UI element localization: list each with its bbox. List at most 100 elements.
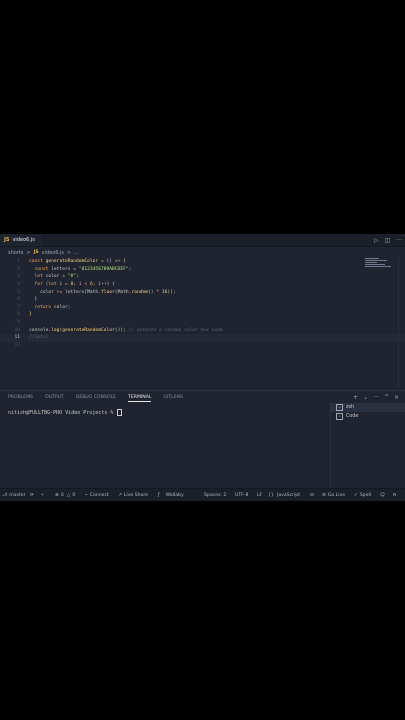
chevron-right-icon: > <box>67 249 72 256</box>
wallaby-label: Wallaby <box>165 492 184 498</box>
plug-icon: ⌁ <box>85 492 88 498</box>
spell-button[interactable]: ✓ Spell <box>354 489 371 501</box>
account-icon[interactable]: ☺ <box>380 489 385 501</box>
code-line[interactable]: 1 const generateRandomColor = () => { <box>0 258 405 266</box>
code-line[interactable]: 8} <box>0 311 405 319</box>
vscode-window: JS video6.js ▷ ◫ ··· shorts > JS video6.… <box>0 234 405 501</box>
code-text: color += letters[Math.floor(Math.random(… <box>29 289 176 295</box>
line-number: 5 <box>17 289 20 295</box>
maximize-icon[interactable]: ^ <box>384 394 389 401</box>
tab-terminal[interactable]: TERMINAL <box>128 395 152 402</box>
branch-indicator[interactable]: ⎇ master <box>2 489 26 501</box>
code-line[interactable]: 12 <box>0 342 405 350</box>
wallaby-icon: ƒ <box>158 492 160 498</box>
editor-scrollbar[interactable] <box>398 258 405 388</box>
code-text: const generateRandomColor = () => { <box>29 259 126 265</box>
close-icon[interactable]: × <box>394 394 399 401</box>
more-icon[interactable]: ··· <box>373 394 379 401</box>
warning-count: 0 <box>72 492 76 498</box>
tab-video6-js[interactable]: JS video6.js <box>0 234 41 246</box>
split-editor-icon[interactable]: ◫ <box>385 237 391 244</box>
javascript-file-icon: JS <box>4 237 10 243</box>
wallaby-button[interactable]: ƒ Wallaby <box>158 489 184 501</box>
terminal-cursor <box>117 409 123 416</box>
code-text: const letters = "0123456789ABCDEF"; <box>29 266 132 272</box>
code-line[interactable]: 7 return color; <box>0 304 405 312</box>
line-number: 4 <box>17 282 20 288</box>
liveshare-icon: ↗ <box>118 492 122 498</box>
code-text: //lets| <box>29 335 49 341</box>
terminal-icon: > <box>336 413 343 420</box>
editor-tab-bar: JS video6.js ▷ ◫ ··· <box>0 234 405 247</box>
line-number: 3 <box>17 274 20 280</box>
minimap[interactable] <box>365 258 399 268</box>
notification-icon[interactable]: ⊡ <box>310 489 314 501</box>
code-line[interactable]: 5 color += letters[Math.floor(Math.rando… <box>0 288 405 296</box>
tab-output[interactable]: OUTPUT <box>45 395 64 402</box>
line-number: 9 <box>17 320 20 326</box>
tab-debug-console[interactable]: DEBUG CONSOLE <box>76 395 116 402</box>
tab-label: video6.js <box>12 237 35 243</box>
panel-actions: + ⌄ ··· ^ × <box>353 394 399 401</box>
play-icon[interactable]: ▷ <box>374 237 379 244</box>
code-text: } <box>29 312 32 318</box>
screen: { "tab": {"icon_text": "JS", "filename":… <box>0 0 405 720</box>
terminal-label: Code <box>346 414 359 419</box>
line-number: 12 <box>14 342 20 348</box>
problems-indicator[interactable]: ⊗ 0 △ 0 <box>55 489 75 501</box>
code-text: console.log(generateRandomColor()); // o… <box>29 327 223 333</box>
tab-gitlens[interactable]: GITLENS <box>163 395 183 402</box>
error-icon: ⊗ <box>55 492 59 498</box>
code-line[interactable]: 11 //lets| <box>0 334 405 342</box>
line-number: 6 <box>17 297 20 303</box>
eol-button[interactable]: LF <box>257 489 262 501</box>
status-bar: ⎇ master ⟳ ⑂ ⊗ 0 △ 0 ⌁ Connect ↗ Live Share ƒW… <box>0 488 405 501</box>
breadcrumb-more[interactable]: ... <box>74 250 79 256</box>
chevron-down-icon[interactable]: ⌄ <box>363 394 368 401</box>
connect-button[interactable]: ⌁ Connect <box>85 489 109 501</box>
chevron-right-icon: > <box>26 249 31 256</box>
encoding-button[interactable]: UTF-8 <box>235 489 248 501</box>
liveshare-label: Live Share <box>123 492 148 498</box>
code-text: } <box>29 297 38 303</box>
terminal-item[interactable]: > zsh <box>331 403 405 412</box>
terminal-output[interactable]: nitish@FULLTBG-PRO Video Projects % <box>8 409 123 416</box>
liveshare-button[interactable]: ↗ Live Share <box>118 489 148 501</box>
breadcrumb-folder[interactable]: shorts <box>8 250 23 256</box>
breadcrumb-file[interactable]: video6.js <box>42 250 64 256</box>
sync-button[interactable]: ⟳ <box>30 489 34 501</box>
code-text: let color = "#"; <box>29 274 79 280</box>
golive-label: Go Live <box>327 492 346 498</box>
code-line[interactable]: 3 let color = "#"; <box>0 273 405 281</box>
terminal-icon: > <box>336 404 343 411</box>
error-count: 0 <box>60 492 64 498</box>
indentation-button[interactable]: Spaces: 2 <box>204 489 226 501</box>
check-icon: ✓ <box>354 492 358 498</box>
broadcast-icon: ⊚ <box>322 492 326 498</box>
code-line[interactable]: 2 const letters = "0123456789ABCDEF"; <box>0 266 405 274</box>
line-number: 2 <box>17 266 20 272</box>
terminal-list: > zsh > Code <box>330 403 405 489</box>
line-number: 10 <box>14 327 20 333</box>
add-terminal-icon[interactable]: + <box>353 394 358 401</box>
terminal-prompt: nitish@FULLTBG-PRO Video Projects % <box>8 410 117 416</box>
language-mode-icon[interactable]: {} <box>268 489 274 501</box>
git-branch-icon: ⎇ <box>2 492 8 498</box>
source-control-icon[interactable]: ⑂ <box>41 489 44 501</box>
spell-label: Spell <box>359 492 372 498</box>
line-number: 1 <box>17 259 20 265</box>
golive-button[interactable]: ⊚ Go Live <box>322 489 345 501</box>
code-editor[interactable]: 1 const generateRandomColor = () => {2 co… <box>0 258 405 388</box>
more-icon[interactable]: ··· <box>396 237 402 244</box>
sync-icon: ⟳ <box>30 492 34 498</box>
code-line[interactable]: 9 <box>0 319 405 327</box>
code-text: return color; <box>29 304 71 310</box>
terminal-item[interactable]: > Code <box>331 412 405 421</box>
language-button[interactable]: JavaScript <box>277 489 300 501</box>
tab-problems[interactable]: PROBLEMS <box>8 395 33 402</box>
code-line[interactable]: 6 } <box>0 296 405 304</box>
code-text: for (let i = 0; i < 6; i++) { <box>29 282 115 288</box>
code-line[interactable]: 4 for (let i = 0; i < 6; i++) { <box>0 281 405 289</box>
code-line[interactable]: 10 console.log(generateRandomColor()); //… <box>0 326 405 334</box>
bell-icon[interactable]: ⍾ <box>393 489 396 501</box>
